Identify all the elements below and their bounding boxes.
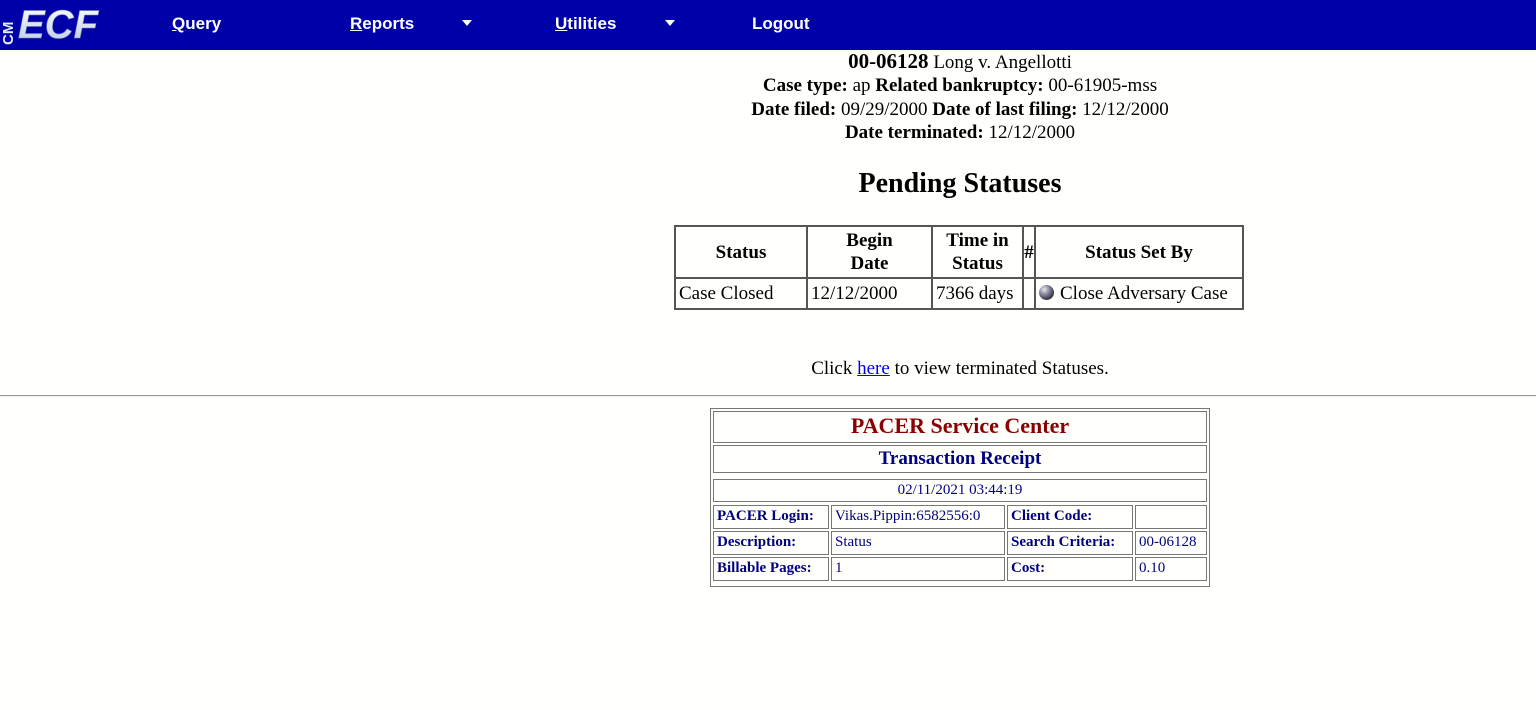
last-filing-value: 12/12/2000 <box>1082 98 1169 120</box>
case-type-line: Case type: ap Related bankruptcy: 00-619… <box>0 74 1536 97</box>
search-criteria-value: 00-06128 <box>1135 531 1207 555</box>
nav-reports[interactable]: Reports <box>350 12 414 36</box>
billable-pages-value: 1 <box>831 557 1005 581</box>
status-set-by-text: Close Adversary Case <box>1060 282 1228 304</box>
receipt-title: PACER Service Center <box>713 411 1207 443</box>
billable-pages-label: Billable Pages: <box>713 557 829 581</box>
case-title-line: 00-06128 Long v. Angellotti <box>0 49 1536 74</box>
pending-statuses-table: Status Begin Date Time in Status # Status … <box>674 225 1244 310</box>
header-status-set-by: Status Set By <box>1035 226 1243 278</box>
header-time-in-status: Time in Status <box>932 226 1023 278</box>
nav-utilities[interactable]: Utilities <box>555 12 616 36</box>
reports-chevron-down-icon[interactable] <box>462 20 472 26</box>
header-number: # <box>1023 226 1035 278</box>
related-bankruptcy-label: Related bankruptcy: <box>875 75 1044 97</box>
cell-number <box>1023 278 1035 309</box>
cmecf-logo[interactable]: CM ECF <box>0 0 118 46</box>
receipt-timestamp: 02/11/2021 03:44:19 <box>713 479 1207 502</box>
case-name: Long v. Angellotti <box>933 52 1072 73</box>
nav-logout[interactable]: Logout <box>752 12 810 36</box>
case-type-value: ap <box>852 75 871 97</box>
nav-query[interactable]: Query <box>172 12 221 36</box>
table-row: Case Closed 12/12/2000 7366 days Close A… <box>675 278 1243 309</box>
header-begin-date: Begin Date <box>807 226 932 278</box>
client-code-label: Client Code: <box>1007 505 1133 529</box>
pacer-login-label: PACER Login: <box>713 505 829 529</box>
search-criteria-label: Search Criteria: <box>1007 531 1133 555</box>
sphere-icon[interactable] <box>1039 284 1054 300</box>
pacer-receipt: PACER Service Center Transaction Receipt… <box>710 408 1210 587</box>
date-terminated-label: Date terminated: <box>844 121 984 143</box>
last-filing-label: Date of last filing: <box>932 98 1078 120</box>
description-label: Description: <box>713 531 829 555</box>
logo-text: ECF <box>18 3 100 46</box>
terminated-statuses-line: Click here to view terminated Statuses. <box>811 358 1109 379</box>
header-status: Status <box>675 226 807 278</box>
utilities-chevron-down-icon[interactable] <box>665 20 675 26</box>
cell-status-set-by: Close Adversary Case <box>1035 278 1243 309</box>
date-terminated-value: 12/12/2000 <box>988 121 1076 143</box>
horizontal-divider <box>0 395 1536 397</box>
description-value: Status <box>831 531 1005 555</box>
cell-begin-date: 12/12/2000 <box>807 278 932 309</box>
date-filed-value: 09/29/2000 <box>840 98 928 120</box>
here-link[interactable]: here <box>857 358 890 379</box>
client-code-value <box>1135 505 1207 529</box>
case-type-label: Case type: <box>762 75 848 97</box>
cost-value: 0.10 <box>1135 557 1207 581</box>
cell-status: Case Closed <box>675 278 807 309</box>
receipt-subtitle: Transaction Receipt <box>713 445 1207 473</box>
top-nav-bar: CM ECF Query Reports Utilities Logout <box>0 0 1536 50</box>
pacer-login-value: Vikas.Pippin:6582556:0 <box>831 505 1005 529</box>
table-header-row: Status Begin Date Time in Status # Status … <box>675 226 1243 278</box>
case-number: 00-06128 <box>848 49 929 73</box>
dates-line: Date filed: 09/29/2000 Date of last fili… <box>0 98 1536 121</box>
date-filed-label: Date filed: <box>751 98 837 120</box>
cost-label: Cost: <box>1007 557 1133 581</box>
logo-prefix: CM <box>0 22 17 45</box>
related-bankruptcy-value: 00-61905-mss <box>1048 75 1158 97</box>
case-header: 00-06128 Long v. Angellotti Case type: a… <box>0 49 1536 144</box>
page-title: Pending Statuses <box>858 168 1062 199</box>
cell-time-in-status: 7366 days <box>932 278 1023 309</box>
terminated-line: Date terminated: 12/12/2000 <box>0 121 1536 144</box>
